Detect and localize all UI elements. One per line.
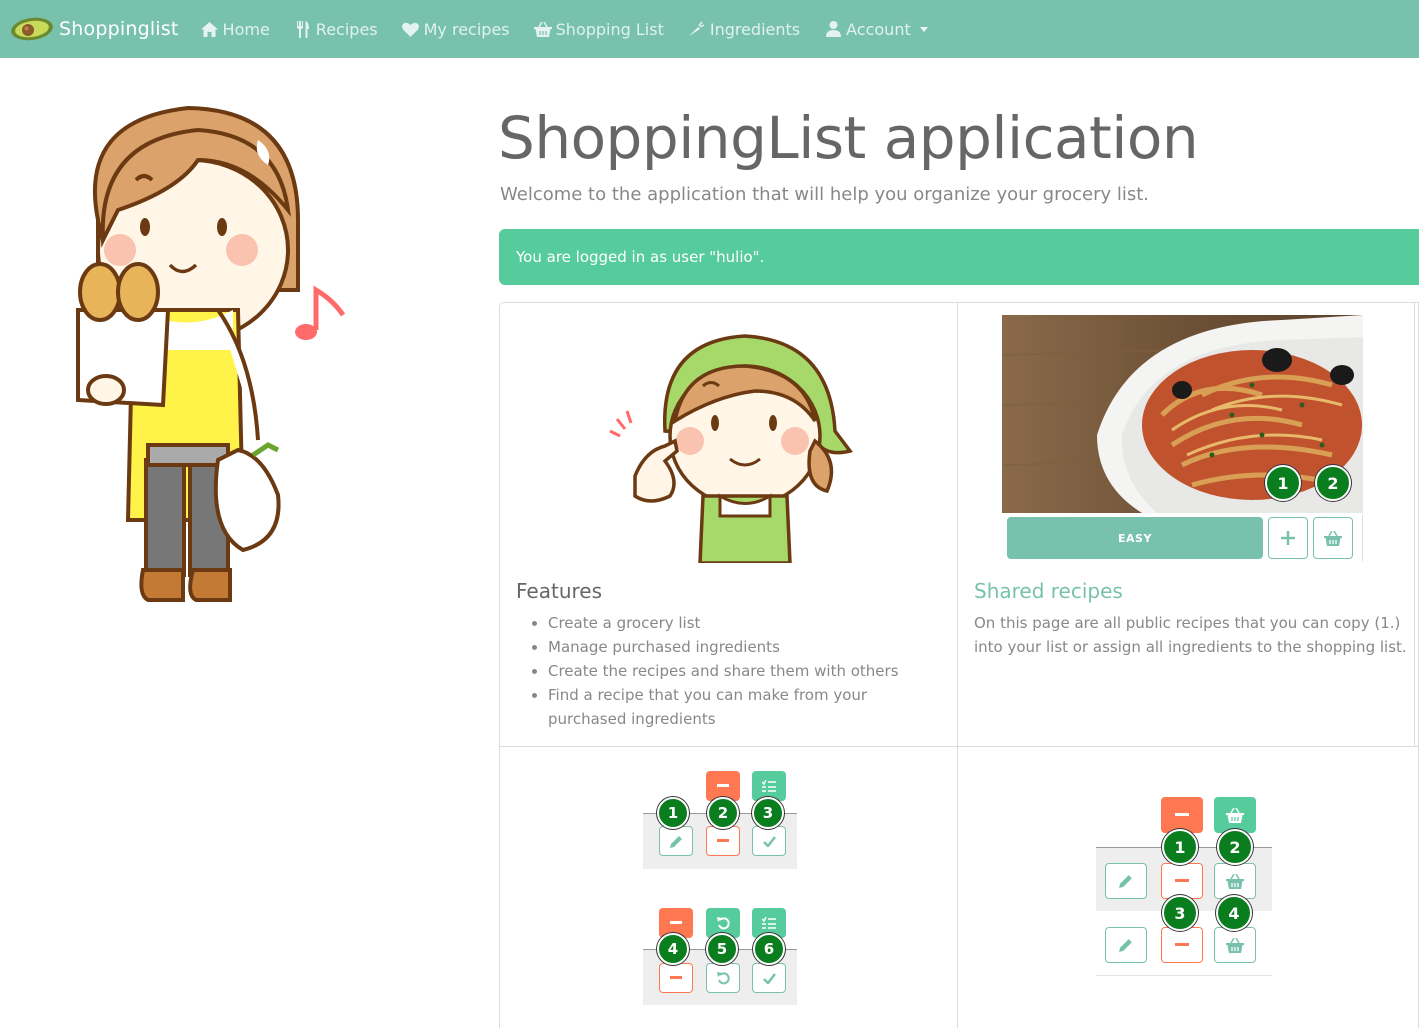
- minus-icon: [1175, 879, 1189, 882]
- user-icon: [824, 20, 842, 38]
- demo-basket-button: [1214, 797, 1256, 833]
- features-card: Features Create a grocery list Manage pu…: [499, 302, 959, 748]
- demo-remove-outline-button: [1161, 863, 1203, 899]
- marker-1: 1: [657, 797, 689, 829]
- shared-recipes-text: On this page are all public recipes that…: [974, 614, 1407, 656]
- demo-edit-button: [659, 826, 693, 856]
- girl-pointing-illustration: [609, 334, 853, 563]
- nav-ingredients[interactable]: Ingredients: [688, 20, 800, 39]
- lead-text: Welcome to the application that will hel…: [500, 184, 1150, 205]
- minus-icon: [717, 784, 729, 787]
- demo-check-button: [752, 963, 786, 993]
- home-icon: [201, 20, 219, 38]
- demo-edit-button: [1105, 927, 1147, 963]
- nav-recipes[interactable]: Recipes: [294, 20, 378, 39]
- pencil-icon: [1119, 875, 1132, 888]
- card-divider: [1414, 302, 1415, 748]
- nav-account-dropdown[interactable]: Account: [824, 20, 928, 39]
- shared-recipes-card: 1 2 EASY Shared recipes On this page are…: [957, 302, 1419, 748]
- marker-3: 3: [752, 797, 784, 829]
- brand-link[interactable]: Shoppinglist: [10, 0, 179, 58]
- basket-icon: [1226, 807, 1244, 823]
- nav-home-label: Home: [222, 19, 270, 39]
- marker-6: 6: [753, 933, 785, 965]
- marker-1: 1: [1265, 465, 1301, 501]
- marker-4: 4: [657, 933, 689, 965]
- cutlery-icon: [294, 20, 312, 38]
- demo-basket-outline-button: [1214, 863, 1256, 899]
- copy-recipe-button[interactable]: [1268, 517, 1308, 559]
- ingredients-demo-card: 1 2 3 4: [957, 746, 1419, 1028]
- basket-icon: [533, 20, 552, 38]
- basket-icon: [1226, 873, 1244, 889]
- demo-check-button: [752, 826, 786, 856]
- nav-ingredients-label: Ingredients: [709, 19, 801, 39]
- girl-with-groceries-illustration: [76, 105, 346, 602]
- pencil-icon: [1119, 939, 1132, 952]
- tasks-icon: [762, 917, 776, 929]
- divider: [1096, 975, 1272, 976]
- undo-icon: [716, 916, 730, 929]
- tasks-icon: [762, 780, 776, 792]
- nav-shopping-list[interactable]: Shopping List: [533, 19, 664, 39]
- demo-remove-button: [1161, 797, 1203, 833]
- demo-edit-button: [1105, 863, 1147, 899]
- minus-icon: [670, 976, 682, 979]
- check-icon: [762, 835, 776, 847]
- demo-undo-outline-button: [706, 963, 740, 993]
- marker-5: 5: [706, 933, 738, 965]
- brand-name: Shoppinglist: [59, 18, 179, 40]
- demo-remove-outline-button: [1161, 927, 1203, 963]
- shared-recipes-title: Shared recipes: [974, 579, 1123, 603]
- feature-item: Create the recipes and share them with o…: [548, 659, 940, 683]
- basket-icon: [1324, 530, 1342, 546]
- carrot-icon: [688, 20, 706, 38]
- heart-icon: [402, 20, 420, 38]
- pasta-dish-image: [1002, 315, 1363, 513]
- marker-1: 1: [1162, 829, 1198, 865]
- login-alert: You are logged in as user "hulio".: [499, 229, 1419, 285]
- feature-item: Find a recipe that you can make from you…: [548, 683, 940, 731]
- marker-2: 2: [707, 797, 739, 829]
- marker-4: 4: [1216, 895, 1252, 931]
- features-title: Features: [516, 579, 602, 603]
- marker-2: 2: [1315, 465, 1351, 501]
- add-to-shopping-list-button[interactable]: [1313, 517, 1353, 559]
- nav-recipes-label: Recipes: [315, 19, 378, 39]
- demo-remove-outline-button: [706, 826, 740, 856]
- navbar: Shoppinglist Home Recipes My recipes Sho…: [0, 0, 1419, 58]
- feature-item: Create a grocery list: [548, 611, 940, 635]
- nav-account-label: Account: [846, 19, 911, 39]
- avocado-logo-icon: [11, 17, 53, 41]
- marker-2: 2: [1217, 829, 1253, 865]
- page-title: ShoppingList application: [498, 104, 1199, 172]
- demo-remove-outline-button: [659, 963, 693, 993]
- minus-icon: [717, 839, 729, 842]
- marker-3: 3: [1162, 895, 1198, 931]
- nav-my-recipes[interactable]: My recipes: [402, 20, 510, 39]
- recipe-action-bar: EASY: [1002, 513, 1363, 563]
- minus-icon: [1175, 813, 1189, 816]
- divider: [1362, 515, 1363, 561]
- check-icon: [762, 972, 776, 984]
- demo-basket-outline-button: [1214, 927, 1256, 963]
- nav-shopping-list-label: Shopping List: [555, 19, 664, 39]
- shopping-list-demo-card: 1 2 3 4 5 6: [499, 746, 959, 1028]
- plus-icon: [1281, 531, 1295, 545]
- features-list: Create a grocery list Manage purchased i…: [530, 611, 940, 731]
- nav-my-recipes-label: My recipes: [423, 19, 510, 39]
- basket-icon: [1226, 937, 1244, 953]
- undo-icon: [716, 971, 730, 984]
- minus-icon: [1175, 943, 1189, 946]
- difficulty-button[interactable]: EASY: [1007, 517, 1263, 559]
- minus-icon: [670, 921, 682, 924]
- nav-home[interactable]: Home: [201, 20, 270, 39]
- caret-down-icon: [919, 26, 928, 32]
- pencil-icon: [669, 835, 682, 848]
- feature-item: Manage purchased ingredients: [548, 635, 940, 659]
